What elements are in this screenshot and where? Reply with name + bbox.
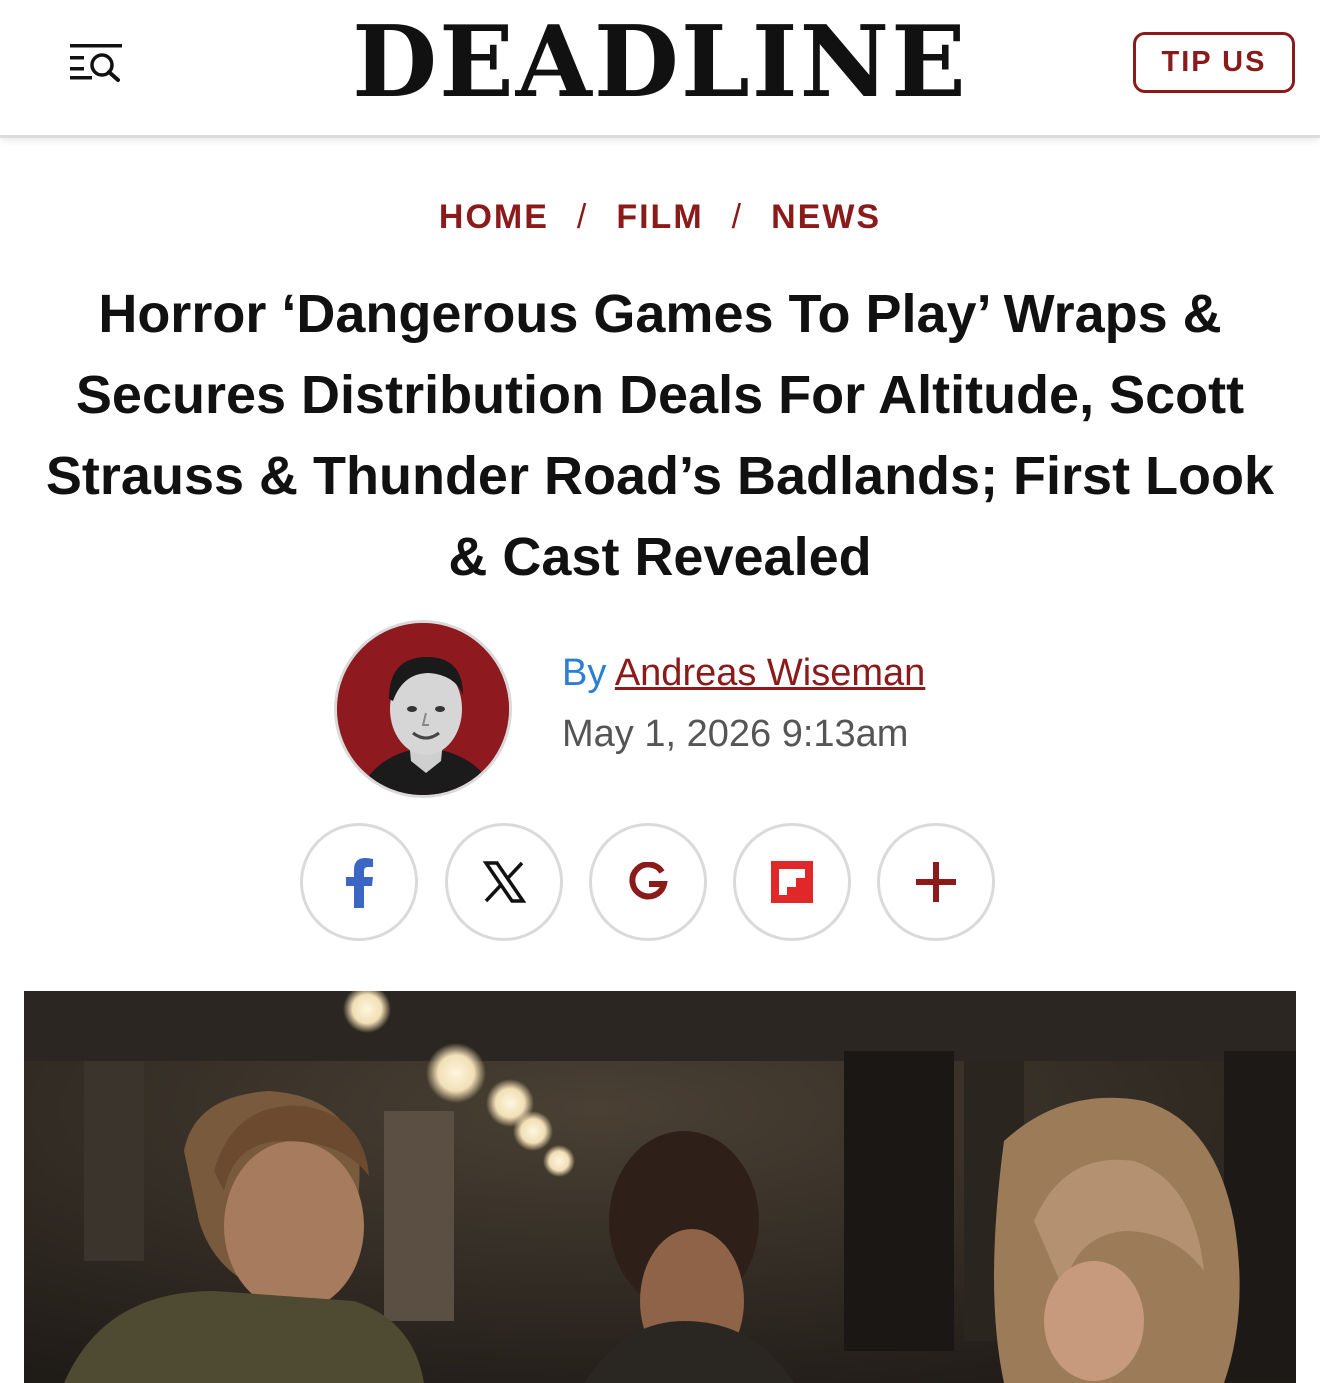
- publish-date: May 1, 2026 9:13am: [562, 713, 909, 755]
- share-bar: [300, 823, 1000, 943]
- facebook-icon: [346, 858, 373, 908]
- site-header: DEADLINE TIP US: [0, 0, 1320, 138]
- share-facebook-button[interactable]: [300, 823, 418, 941]
- flipboard-icon: [771, 861, 813, 903]
- share-more-button[interactable]: [877, 823, 995, 941]
- breadcrumb-home[interactable]: HOME: [439, 198, 549, 237]
- byline: By Andreas Wiseman: [562, 652, 925, 695]
- breadcrumb: HOME / FILM / NEWS: [0, 198, 1320, 237]
- plus-icon: [916, 862, 956, 902]
- breadcrumb-news[interactable]: NEWS: [771, 198, 881, 237]
- article-headline: Horror ‘Dangerous Games To Play’ Wraps &…: [45, 284, 1275, 587]
- author-avatar[interactable]: [334, 620, 512, 798]
- share-google-button[interactable]: [589, 823, 707, 941]
- byline-prefix: By: [562, 652, 607, 694]
- site-logo[interactable]: DEADLINE: [0, 8, 1320, 118]
- breadcrumb-separator: /: [731, 198, 744, 236]
- breadcrumb-separator: /: [576, 198, 589, 236]
- breadcrumb-film[interactable]: FILM: [616, 198, 703, 237]
- author-link[interactable]: Andreas Wiseman: [615, 652, 925, 694]
- google-icon: [629, 862, 668, 900]
- share-x-button[interactable]: [445, 823, 563, 941]
- x-icon: [482, 861, 526, 903]
- article-hero-image: [24, 991, 1296, 1383]
- tip-us-button[interactable]: TIP US: [1133, 32, 1295, 93]
- share-flipboard-button[interactable]: [733, 823, 851, 941]
